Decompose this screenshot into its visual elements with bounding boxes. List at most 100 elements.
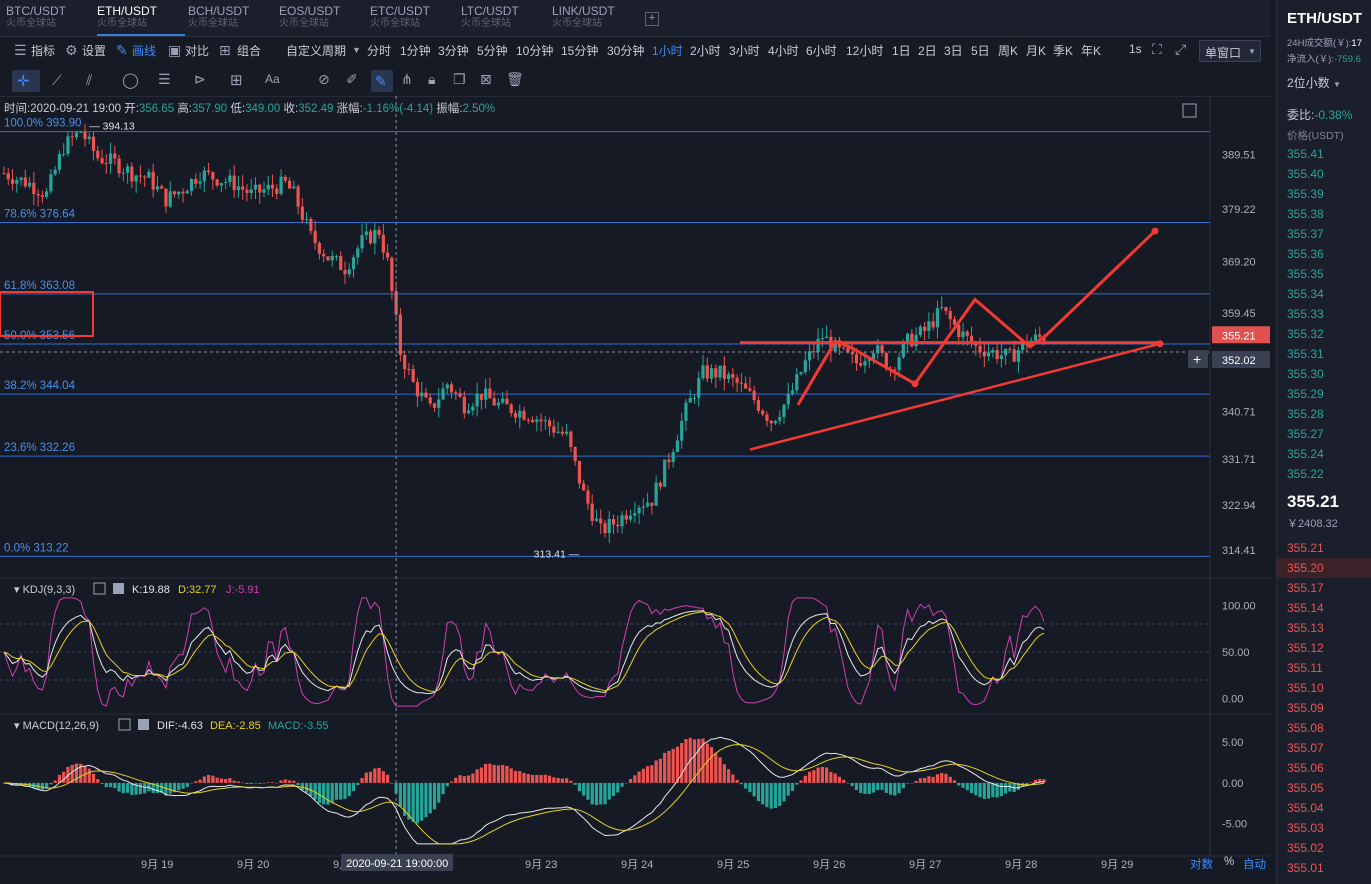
trash-icon[interactable]: 🗑︎ (506, 71, 524, 88)
ask-row[interactable]: 355.31 (1277, 344, 1371, 364)
ask-row[interactable]: 355.29 (1277, 384, 1371, 404)
pair-tabs: BTC/USDT 火币全球站 ETH/USDT 火币全球站 BCH/USDT 火币全球… (0, 0, 1270, 37)
ask-row[interactable]: 355.40 (1277, 164, 1371, 184)
bid-row[interactable]: 355.06 (1277, 758, 1371, 778)
period-12[interactable]: 12小时 (846, 42, 883, 59)
period-17[interactable]: 周K (998, 42, 1018, 59)
log-scale-toggle[interactable]: 对数 (1190, 856, 1213, 872)
custom-period-select[interactable]: 自定义周期 (286, 42, 346, 59)
pattern-tool-icon[interactable]: ⊳ (194, 71, 206, 88)
measure-tool-icon[interactable]: ⊞ (230, 71, 243, 89)
period-14[interactable]: 2日 (918, 42, 937, 59)
ask-row[interactable]: 355.41 (1277, 144, 1371, 164)
ask-row[interactable]: 355.35 (1277, 264, 1371, 284)
ask-row[interactable]: 355.34 (1277, 284, 1371, 304)
window-mode-select[interactable]: 单窗口 ▼ (1199, 40, 1261, 62)
candle-body (74, 132, 79, 138)
period-11[interactable]: 6小时 (806, 42, 837, 59)
bid-row[interactable]: 355.17 (1277, 578, 1371, 598)
bid-row[interactable]: 355.21 (1277, 538, 1371, 558)
ask-row[interactable]: 355.37 (1277, 224, 1371, 244)
ask-row[interactable]: 355.38 (1277, 204, 1371, 224)
ask-row[interactable]: 355.32 (1277, 324, 1371, 344)
period-13[interactable]: 1日 (892, 42, 911, 59)
ask-row[interactable]: 355.39 (1277, 184, 1371, 204)
crosshair-tool[interactable]: ✛ (12, 70, 40, 92)
bid-row[interactable]: 355.08 (1277, 718, 1371, 738)
indicators-button[interactable]: 指标 (31, 42, 55, 59)
tab-etc-usdt[interactable]: ETC/USDT 火币全球站 (370, 4, 458, 34)
compare-button[interactable]: 对比 (185, 42, 209, 59)
magnet-lock-icon[interactable]: ⋔ (401, 71, 413, 88)
period-7[interactable]: 1小时 (652, 42, 683, 59)
period-1[interactable]: 1分钟 (400, 42, 431, 59)
screenshot-icon[interactable]: ⤢ (1175, 41, 1186, 58)
bid-row[interactable]: 355.04 (1277, 798, 1371, 818)
settings-button[interactable]: 设置 (82, 42, 106, 59)
period-8[interactable]: 2小时 (690, 42, 721, 59)
ask-row[interactable]: 355.36 (1277, 244, 1371, 264)
period-4[interactable]: 10分钟 (516, 42, 553, 59)
period-18[interactable]: 月K (1026, 42, 1046, 59)
combine-button[interactable]: 组合 (237, 42, 261, 59)
candle-body (326, 256, 330, 261)
period-5[interactable]: 15分钟 (561, 42, 598, 59)
tab-bch-usdt[interactable]: BCH/USDT 火币全球站 (188, 4, 276, 34)
hide-icon[interactable]: ⊠ (480, 71, 492, 88)
text-tool-icon[interactable]: Aa (265, 72, 280, 86)
macd-histogram-bar (837, 776, 842, 783)
bid-row[interactable]: 355.09 (1277, 698, 1371, 718)
percent-scale-toggle[interactable]: % (1224, 856, 1234, 868)
fullscreen-icon[interactable]: ⛶ (1152, 41, 1162, 58)
circle-tool-icon[interactable]: ◯ (122, 71, 139, 89)
bid-row[interactable]: 355.10 (1277, 678, 1371, 698)
ask-row[interactable]: 355.27 (1277, 424, 1371, 444)
ask-row[interactable]: 355.33 (1277, 304, 1371, 324)
bid-row[interactable]: 355.11 (1277, 658, 1371, 678)
draw-button[interactable]: 画线 (132, 42, 156, 59)
tab-link-usdt[interactable]: LINK/USDT 火币全球站 (552, 4, 640, 34)
period-0[interactable]: 分时 (367, 42, 391, 59)
bid-row[interactable]: 355.02 (1277, 838, 1371, 858)
auto-scale-toggle[interactable]: 自动 (1243, 856, 1266, 872)
period-16[interactable]: 5日 (971, 42, 990, 59)
ask-row[interactable]: 355.28 (1277, 404, 1371, 424)
bid-row[interactable]: 355.12 (1277, 638, 1371, 658)
ruler-icon[interactable]: ✐ (346, 71, 358, 88)
bid-row[interactable]: 355.07 (1277, 738, 1371, 758)
bid-row[interactable]: 355.01 (1277, 858, 1371, 878)
period-19[interactable]: 季K (1053, 42, 1073, 59)
bid-row[interactable]: 355.14 (1277, 598, 1371, 618)
period-6[interactable]: 30分钟 (607, 42, 644, 59)
bid-row[interactable]: 355.05 (1277, 778, 1371, 798)
copy-icon[interactable]: ❐ (453, 71, 466, 88)
magnet-icon[interactable]: ⊘ (318, 71, 330, 88)
ask-row[interactable]: 355.22 (1277, 464, 1371, 484)
chart-area[interactable]: 100.0% 393.90 78.6% 376.64 61.8% 363.08 50.… (0, 96, 1270, 884)
bid-row[interactable]: 355.20 (1277, 558, 1371, 578)
period-2[interactable]: 3分钟 (438, 42, 469, 59)
ask-row[interactable]: 355.30 (1277, 364, 1371, 384)
add-tab-button[interactable]: + (645, 12, 659, 26)
tab-eth-usdt[interactable]: ETH/USDT 火币全球站 (97, 4, 185, 36)
seconds-toggle[interactable]: 1s (1129, 42, 1142, 56)
tab-ltc-usdt[interactable]: LTC/USDT 火币全球站 (461, 4, 549, 34)
decimals-select[interactable]: 2位小数 ▼ (1287, 74, 1341, 91)
period-3[interactable]: 5分钟 (477, 42, 508, 59)
candle-body (935, 308, 940, 328)
last-price-cny: ￥2408.32 (1287, 518, 1338, 530)
period-9[interactable]: 3小时 (729, 42, 760, 59)
tab-btc-usdt[interactable]: BTC/USDT 火币全球站 (6, 4, 94, 34)
trendline-tool-icon[interactable]: ⟋ (52, 72, 62, 89)
lock-icon[interactable]: 🔒︎ (428, 71, 435, 88)
bid-row[interactable]: 355.03 (1277, 818, 1371, 838)
ask-row[interactable]: 355.24 (1277, 444, 1371, 464)
tab-eos-usdt[interactable]: EOS/USDT 火币全球站 (279, 4, 367, 34)
bid-row[interactable]: 355.13 (1277, 618, 1371, 638)
period-10[interactable]: 4小时 (768, 42, 799, 59)
period-20[interactable]: 年K (1081, 42, 1101, 59)
fib-tool-icon[interactable]: ☰ (158, 71, 171, 88)
parallel-line-tool-icon[interactable]: ⫽ (86, 72, 92, 89)
period-15[interactable]: 3日 (944, 42, 963, 59)
draw-mode-tool[interactable]: ✎ (371, 70, 393, 92)
